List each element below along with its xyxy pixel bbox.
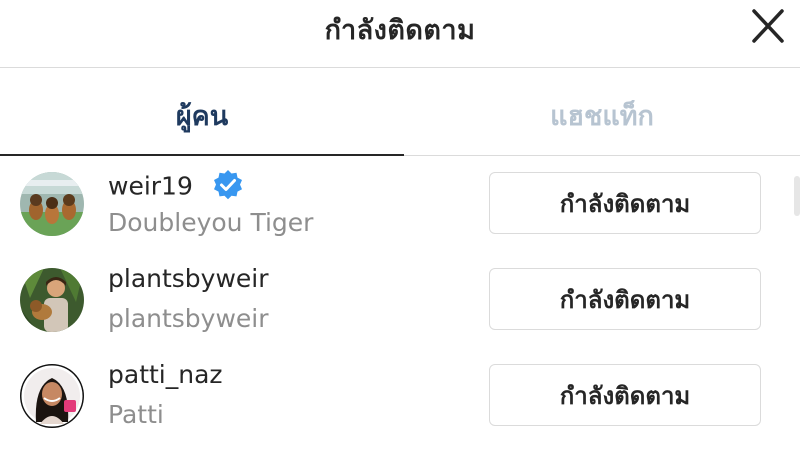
close-button[interactable]: [748, 8, 788, 44]
username-link[interactable]: weir19: [108, 172, 193, 201]
username-link[interactable]: plantsbyweir: [108, 264, 269, 293]
list-item: plantsbyweir plantsbyweir กำลังติดตาม: [0, 252, 800, 348]
following-button[interactable]: กำลังติดตาม: [489, 172, 761, 234]
avatar-image: [20, 268, 84, 332]
full-name: Doubleyou Tiger: [108, 208, 314, 237]
username-link[interactable]: patti_naz: [108, 360, 223, 389]
list-item: weir19 Doubleyou Tiger กำลังติดตาม: [0, 156, 800, 252]
dialog-title: กำลังติดตาม: [324, 15, 476, 46]
username-line: plantsbyweir: [108, 264, 269, 300]
close-icon[interactable]: [748, 8, 788, 44]
following-dialog: กำลังติดตาม ผู้คน แฮชแท็ก weir19 Doubley…: [0, 0, 800, 463]
verified-badge-icon: [210, 168, 246, 204]
tab-people-label: ผู้คน: [175, 101, 229, 132]
list-item: patti_naz Patti กำลังติดตาม: [0, 348, 800, 444]
scrollbar[interactable]: [794, 176, 800, 216]
following-button[interactable]: กำลังติดตาม: [489, 364, 761, 426]
full-name: plantsbyweir: [108, 304, 269, 333]
username-line: weir19: [108, 168, 246, 204]
avatar-person-with-dog[interactable]: [20, 268, 84, 332]
avatar-image: [20, 172, 84, 236]
avatar-dogs[interactable]: [20, 172, 84, 236]
full-name: Patti: [108, 400, 164, 429]
dialog-header: กำลังติดตาม: [0, 0, 800, 68]
tab-hashtags[interactable]: แฮชแท็ก: [404, 68, 800, 156]
avatar-woman[interactable]: [20, 364, 84, 428]
tab-hashtags-label: แฮชแท็ก: [550, 101, 654, 132]
avatar-image: [20, 364, 84, 428]
tab-bar: ผู้คน แฮชแท็ก: [0, 68, 800, 156]
username-line: patti_naz: [108, 360, 223, 396]
following-button[interactable]: กำลังติดตาม: [489, 268, 761, 330]
tab-people[interactable]: ผู้คน: [0, 68, 404, 156]
